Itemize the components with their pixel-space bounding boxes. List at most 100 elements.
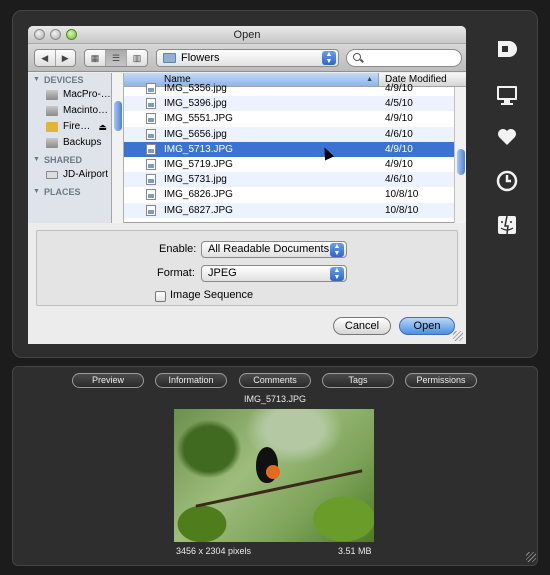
tab-tags[interactable]: Tags <box>322 373 394 388</box>
path-folder-label: Flowers <box>181 52 220 64</box>
drive-icon[interactable] <box>496 38 518 64</box>
image-file-icon <box>146 113 156 125</box>
computer-icon <box>46 90 58 100</box>
monitor-icon[interactable] <box>496 84 518 110</box>
image-sequence-checkbox[interactable] <box>155 291 166 302</box>
sidebar-scrollbar[interactable] <box>112 73 124 223</box>
enable-value: All Readable Documents <box>208 243 330 255</box>
list-view-icon[interactable]: ☰ <box>106 50 127 66</box>
folder-icon <box>163 53 176 63</box>
file-date: 10/8/10 <box>385 189 419 201</box>
image-dimensions: 3456 x 2304 pixels <box>176 546 252 556</box>
file-date: 4/6/10 <box>385 174 413 186</box>
options-panel: Enable: All Readable Documents ▲ ▼ Format… <box>36 230 458 306</box>
open-dialog: Open ◀ ▶ ▦ ☰ ▥ Flowers ▲▼ DEVICES MacPro… <box>28 26 466 344</box>
sidebar-item-label: MacPro-… <box>63 89 111 100</box>
sidebar-item-label: Macinto… <box>63 105 109 116</box>
file-date: 4/9/10 <box>385 158 413 170</box>
file-name: IMG_5356.jpg <box>164 83 227 94</box>
finder-icon[interactable] <box>496 214 518 240</box>
sidebar-section-shared[interactable]: SHARED <box>28 153 111 167</box>
cancel-button[interactable]: Cancel <box>333 317 391 335</box>
bird-belly-shape <box>266 465 280 479</box>
format-value: JPEG <box>208 267 237 279</box>
file-row-selected[interactable]: IMG_5713.JPG 4/9/10 <box>124 141 466 157</box>
file-browser: DEVICES MacPro-… Macinto… Fire… ⏏ Backup… <box>28 73 466 223</box>
file-name: IMG_5719.JPG <box>164 158 233 170</box>
title-bar[interactable]: Open <box>28 26 466 44</box>
image-file-icon <box>146 83 156 94</box>
search-field[interactable] <box>346 49 462 67</box>
column-view-icon[interactable]: ▥ <box>127 50 147 66</box>
file-name: IMG_5731.jpg <box>164 174 227 186</box>
sidebar-section-devices[interactable]: DEVICES <box>28 73 111 87</box>
image-file-icon <box>146 204 156 216</box>
sidebar-item-jd-airport[interactable]: JD-Airport <box>28 167 111 183</box>
file-date: 4/9/10 <box>385 113 413 125</box>
sidebar-item-macintosh[interactable]: Macinto… <box>28 103 111 119</box>
network-icon <box>46 171 58 179</box>
file-row[interactable]: IMG_6826.JPG 10/8/10 <box>124 187 466 202</box>
file-list: Name ▲ Date Modified IMG_5356.jpg 4/9/10 … <box>124 73 466 223</box>
popup-arrows-icon: ▲ ▼ <box>322 51 336 65</box>
file-row[interactable]: IMG_5656.jpg 4/6/10 <box>124 126 466 142</box>
file-name: IMG_5551.JPG <box>164 113 233 125</box>
open-button[interactable]: Open <box>399 317 455 335</box>
image-file-icon <box>146 158 156 170</box>
tab-information[interactable]: Information <box>155 373 227 388</box>
file-row[interactable]: IMG_5356.jpg 4/9/10 <box>124 81 466 96</box>
popup-arrows-icon: ▲ ▼ <box>330 243 344 257</box>
image-sequence-label: Image Sequence <box>170 289 254 301</box>
popup-arrows-icon: ▲ ▼ <box>330 267 344 281</box>
file-name: IMG_5396.jpg <box>164 98 227 110</box>
sidebar-scroll-thumb[interactable] <box>114 101 122 131</box>
image-file-icon <box>146 189 156 201</box>
window-title: Open <box>233 29 261 41</box>
icon-view-icon[interactable]: ▦ <box>85 50 106 66</box>
sidebar-section-places[interactable]: PLACES <box>28 185 111 199</box>
view-mode-control: ▦ ☰ ▥ <box>84 49 148 67</box>
enable-popup[interactable]: All Readable Documents ▲ ▼ <box>201 241 347 258</box>
file-date: 10/8/10 <box>385 204 419 216</box>
file-row[interactable]: IMG_6827.JPG 10/8/10 <box>124 202 466 218</box>
file-date: 4/9/10 <box>385 83 413 94</box>
image-file-icon <box>146 128 156 140</box>
file-list-scroll-thumb[interactable] <box>457 149 465 175</box>
format-popup[interactable]: JPEG ▲ ▼ <box>201 265 347 282</box>
sidebar-item-firewire[interactable]: Fire… ⏏ <box>28 119 111 135</box>
forward-arrow-icon[interactable]: ▶ <box>56 50 76 66</box>
eject-icon[interactable]: ⏏ <box>98 119 107 135</box>
enable-label: Enable: <box>159 243 197 255</box>
back-forward-control: ◀ ▶ <box>34 49 76 67</box>
file-row[interactable]: IMG_5396.jpg 4/5/10 <box>124 96 466 112</box>
resize-grip-icon[interactable] <box>453 331 463 341</box>
sidebar-item-label: Fire… <box>63 121 91 132</box>
file-row[interactable]: IMG_5719.JPG 4/9/10 <box>124 157 466 172</box>
format-label: Format: <box>157 267 195 279</box>
preview-image <box>174 409 374 542</box>
firewire-drive-icon <box>46 122 58 132</box>
file-name: IMG_5656.jpg <box>164 128 227 140</box>
sidebar: DEVICES MacPro-… Macinto… Fire… ⏏ Backup… <box>28 73 112 223</box>
tab-comments[interactable]: Comments <box>239 373 311 388</box>
file-list-scrollbar[interactable] <box>454 87 466 223</box>
hard-drive-icon <box>46 106 58 116</box>
tab-permissions[interactable]: Permissions <box>405 373 477 388</box>
heart-icon[interactable] <box>496 126 518 152</box>
clock-icon[interactable] <box>496 170 518 196</box>
file-row[interactable]: IMG_5731.jpg 4/6/10 <box>124 172 466 188</box>
preview-filename: IMG_5713.JPG <box>243 394 307 404</box>
file-date: 4/6/10 <box>385 128 413 140</box>
hard-drive-icon <box>46 138 58 148</box>
panel-resize-grip-icon[interactable] <box>526 552 536 562</box>
sidebar-item-macpro[interactable]: MacPro-… <box>28 87 111 103</box>
sidebar-item-backups[interactable]: Backups <box>28 135 111 151</box>
back-arrow-icon[interactable]: ◀ <box>35 50 56 66</box>
path-popup[interactable]: Flowers ▲ ▼ <box>156 49 339 67</box>
image-file-icon <box>146 174 156 186</box>
file-row[interactable]: IMG_5551.JPG 4/9/10 <box>124 111 466 126</box>
search-icon <box>353 53 361 61</box>
image-file-size: 3.51 MB <box>338 546 372 556</box>
tab-preview[interactable]: Preview <box>72 373 144 388</box>
toolbar: ◀ ▶ ▦ ☰ ▥ Flowers ▲ ▼ <box>28 44 466 72</box>
